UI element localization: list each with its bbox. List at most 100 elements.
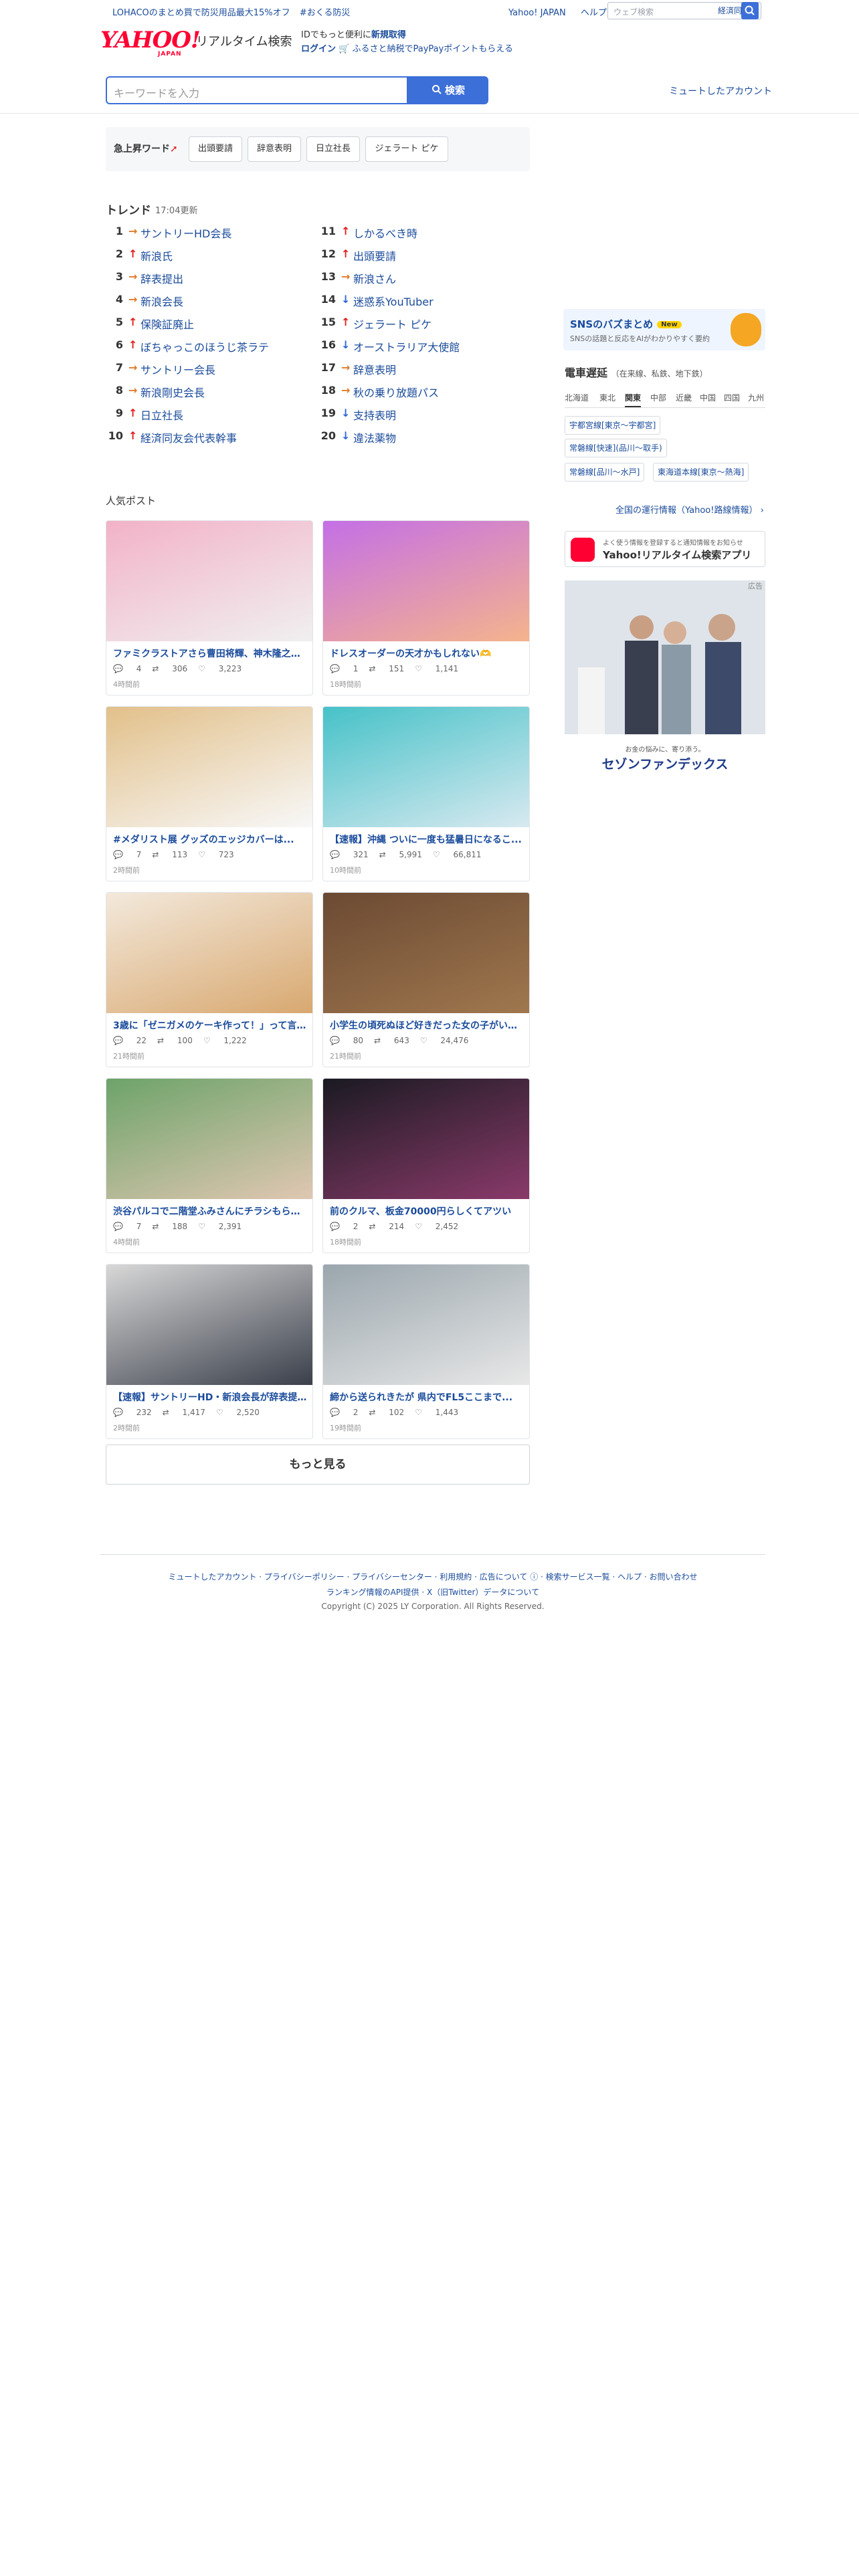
post-thumbnail[interactable] <box>323 893 529 1013</box>
trend-word[interactable]: オーストラリア大使館 <box>353 338 460 354</box>
trend-item[interactable]: 19 ↓ 支持表明 <box>318 407 519 427</box>
post-thumbnail[interactable] <box>323 1079 529 1199</box>
post-title[interactable]: 3歳に「ゼニガメのケーキ作って！」って言わ... <box>113 1018 307 1032</box>
trend-word[interactable]: サントリーHD会長 <box>140 225 231 241</box>
trend-item[interactable]: 7 → サントリー会長 <box>106 361 306 381</box>
post-card[interactable]: 【速報】沖縄 ついに一度も猛暑日になるこ... 💬 321 ⇄ 5,991 ♡ 66,… <box>322 706 530 881</box>
trend-word[interactable]: 日立社長 <box>140 407 183 423</box>
footer-links[interactable]: ミュートしたアカウント · プライバシーポリシー · プライバシーセンター · … <box>100 1571 765 1582</box>
post-title[interactable]: 【速報】サントリーHD・新浪会長が辞表提出... <box>113 1390 307 1404</box>
post-thumbnail[interactable] <box>106 707 312 827</box>
trend-item[interactable]: 8 → 新浪剛史会長 <box>106 384 306 404</box>
train-route[interactable]: 宇都宮線[東京〜宇都宮] <box>565 416 661 435</box>
post-thumbnail[interactable] <box>106 521 312 641</box>
trend-item[interactable]: 2 ↑ 新浪氏 <box>106 247 306 267</box>
help-link[interactable]: ヘルプ <box>581 8 607 18</box>
post-title[interactable]: 小学生の頃死ぬほど好きだった女の子がいい... <box>330 1018 524 1032</box>
post-title[interactable]: #メダリスト展 グッズのエッジカバーは... <box>113 833 307 846</box>
trend-item[interactable]: 6 ↑ ぼちゃっこのほうじ茶ラテ <box>106 338 306 358</box>
post-title[interactable]: 渋谷パルコで二階堂ふみさんにチラシもらっ... <box>113 1204 307 1218</box>
trend-word[interactable]: しかるべき時 <box>353 225 417 241</box>
post-card[interactable]: 【速報】サントリーHD・新浪会長が辞表提出... 💬 232 ⇄ 1,417 ♡ 2,… <box>106 1264 313 1439</box>
trend-word[interactable]: 新浪氏 <box>140 247 173 263</box>
urgent-chip[interactable]: 辞意表明 <box>248 136 301 162</box>
trend-item[interactable]: 16 ↓ オーストラリア大使館 <box>318 338 519 358</box>
region-tab[interactable]: 中国 <box>700 392 716 403</box>
trend-word[interactable]: ジェラート ピケ <box>353 316 432 332</box>
trend-item[interactable]: 5 ↑ 保険証廃止 <box>106 316 306 336</box>
urgent-chip[interactable]: 出頭要請 <box>189 136 242 162</box>
trend-word[interactable]: 新浪会長 <box>140 293 183 309</box>
post-card[interactable]: 3歳に「ゼニガメのケーキ作って！」って言わ... 💬 22 ⇄ 100 ♡ 1,222… <box>106 892 313 1067</box>
trend-item[interactable]: 3 → 辞表提出 <box>106 270 306 290</box>
trend-item[interactable]: 4 → 新浪会長 <box>106 293 306 313</box>
more-button[interactable]: もっと見る <box>106 1444 530 1485</box>
trend-item[interactable]: 12 ↑ 出頭要請 <box>318 247 519 267</box>
trend-item[interactable]: 20 ↓ 違法薬物 <box>318 429 519 449</box>
train-route[interactable]: 常磐線[快速](品川〜取手) <box>565 439 667 457</box>
trend-word[interactable]: 辞表提出 <box>140 270 183 286</box>
trend-word[interactable]: 新浪さん <box>353 270 396 286</box>
trend-word[interactable]: 支持表明 <box>353 407 396 423</box>
post-card[interactable]: #メダリスト展 グッズのエッジカバーは... 💬 7 ⇄ 113 ♡ 723 2時間前 <box>106 706 313 881</box>
urgent-chip[interactable]: ジェラート ピケ <box>365 136 448 162</box>
region-tab[interactable]: 中部 <box>650 392 666 403</box>
trend-item[interactable]: 9 ↑ 日立社長 <box>106 407 306 427</box>
sns-buzz-banner[interactable]: SNSのバズまとめ New SNSの話題と反応をAIがわかりやすく要約 <box>563 309 765 350</box>
urgent-chip[interactable]: 日立社長 <box>306 136 360 162</box>
login-link[interactable]: ログイン <box>301 44 336 54</box>
trend-word[interactable]: 経済同友会代表幹事 <box>140 429 237 445</box>
post-title[interactable]: ファミクラストアさら曹田将輝、神木隆之介... <box>113 647 307 660</box>
trend-item[interactable]: 10 ↑ 経済同友会代表幹事 <box>106 429 306 449</box>
post-card[interactable]: ファミクラストアさら曹田将輝、神木隆之介... 💬 4 ⇄ 306 ♡ 3,223 4時… <box>106 520 313 695</box>
trend-word[interactable]: 違法薬物 <box>353 429 396 445</box>
promo-tag[interactable]: #おくる防災 <box>300 8 351 18</box>
post-card[interactable]: 小学生の頃死ぬほど好きだった女の子がいい... 💬 80 ⇄ 643 ♡ 24,476… <box>322 892 530 1067</box>
post-card[interactable]: 渋谷パルコで二階堂ふみさんにチラシもらっ... 💬 7 ⇄ 188 ♡ 2,391 4時… <box>106 1078 313 1253</box>
web-search-button[interactable] <box>741 2 759 19</box>
web-search-input[interactable]: ウェブ検索 経済同友会 <box>607 2 761 19</box>
region-tab[interactable]: 近畿 <box>676 392 692 403</box>
post-thumbnail[interactable] <box>106 1265 312 1385</box>
trend-word[interactable]: サントリー会長 <box>140 361 215 377</box>
post-title[interactable]: 前のクルマ、板金70000円らしくてアツい <box>330 1204 524 1218</box>
register-link[interactable]: 新規取得 <box>371 30 406 40</box>
app-banner[interactable]: よく使う情報を登録すると通知情報をお知らせ Yahoo!リアルタイム検索アプリ <box>565 531 765 567</box>
advertisement[interactable]: 広告 お金の悩みに、寄り添う。 セゾンファンデックス <box>565 580 765 781</box>
post-title[interactable]: 【速報】沖縄 ついに一度も猛暑日になるこ... <box>330 833 524 846</box>
trend-word[interactable]: ぼちゃっこのほうじ茶ラテ <box>140 338 269 354</box>
post-thumbnail[interactable] <box>106 1079 312 1199</box>
post-title[interactable]: ドレスオーダーの天才かもしれない🫶 <box>330 647 524 660</box>
trend-item[interactable]: 14 ↓ 迷惑系YouTuber <box>318 293 519 313</box>
trend-word[interactable]: 新浪剛史会長 <box>140 384 205 400</box>
region-tab[interactable]: 関東 <box>625 392 642 407</box>
footer-api-links[interactable]: ランキング情報のAPI提供 · X（旧Twitter）データについて <box>100 1586 765 1598</box>
post-thumbnail[interactable] <box>106 893 312 1013</box>
muted-accounts-link[interactable]: ミュートしたアカウント <box>669 84 772 98</box>
post-card[interactable]: ドレスオーダーの天才かもしれない🫶 💬 1 ⇄ 151 ♡ 1,141 18時間前 <box>322 520 530 695</box>
trend-word[interactable]: 迷惑系YouTuber <box>353 293 434 309</box>
region-tab[interactable]: 東北 <box>599 392 615 403</box>
trend-word[interactable]: 辞意表明 <box>353 361 396 377</box>
main-search-input[interactable]: キーワードを入力 <box>106 76 408 104</box>
yahoo-logo[interactable]: YAHOO! JAPAN <box>100 28 201 59</box>
furusato-link[interactable]: 🛒 ふるさと納税でPayPayポイントもらえる <box>339 44 513 54</box>
trend-word[interactable]: 出頭要請 <box>353 247 396 263</box>
trend-item[interactable]: 15 ↑ ジェラート ピケ <box>318 316 519 336</box>
train-route[interactable]: 常磐線[品川〜水戸] <box>565 463 645 481</box>
post-thumbnail[interactable] <box>323 1265 529 1385</box>
trend-word[interactable]: 秋の乗り放題パス <box>353 384 439 400</box>
yahoo-japan-link[interactable]: Yahoo! JAPAN <box>508 8 566 18</box>
trend-item[interactable]: 11 ↑ しかるべき時 <box>318 225 519 245</box>
trend-item[interactable]: 1 → サントリーHD会長 <box>106 225 306 245</box>
region-tab[interactable]: 九州 <box>748 392 764 403</box>
train-route[interactable]: 東海道本線[東京〜熱海] <box>653 463 749 481</box>
post-card[interactable]: 前のクルマ、板金70000円らしくてアツい 💬 2 ⇄ 214 ♡ 2,452 18時間… <box>322 1078 530 1253</box>
trend-item[interactable]: 17 → 辞意表明 <box>318 361 519 381</box>
all-train-info-link[interactable]: 全国の運行情報（Yahoo!路線情報） › <box>615 503 764 516</box>
trend-item[interactable]: 18 → 秋の乗り放題パス <box>318 384 519 404</box>
region-tab[interactable]: 四国 <box>724 392 740 403</box>
post-thumbnail[interactable] <box>323 707 529 827</box>
region-tab[interactable]: 北海道 <box>565 392 589 403</box>
trend-item[interactable]: 13 → 新浪さん <box>318 270 519 290</box>
